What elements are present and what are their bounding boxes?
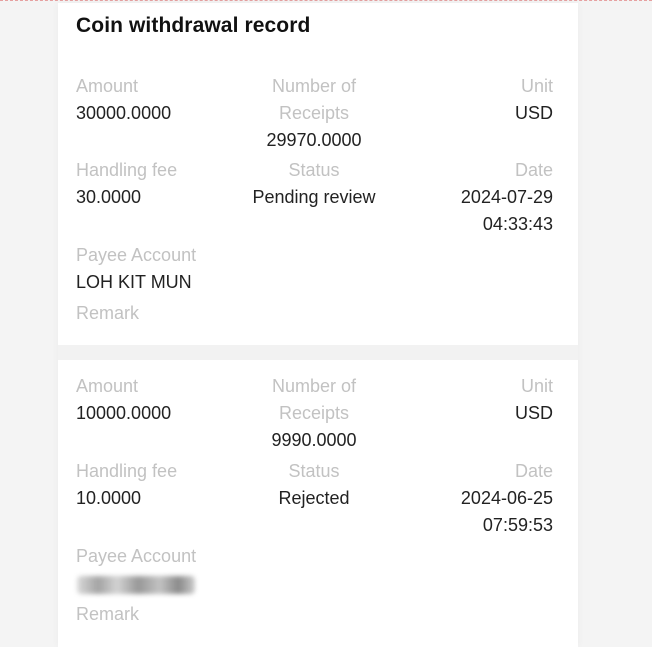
receipts-value: 9990.0000: [271, 430, 357, 450]
receipts-label-line1: Number of: [271, 76, 357, 96]
handling-fee-label: Handling fee: [76, 461, 178, 481]
amount-value: 30000.0000: [76, 103, 172, 123]
page-title: Coin withdrawal record: [76, 14, 311, 37]
date-label: Date: [514, 461, 553, 481]
handling-fee-value: 30.0000: [76, 187, 142, 207]
amount-label: Amount: [76, 376, 139, 396]
remark-label: Remark: [76, 604, 140, 624]
amount-value: 10000.0000: [76, 403, 172, 423]
withdrawal-record-card: Amount 10000.0000 Number of Receipts 999…: [60, 362, 570, 647]
unit-value: USD: [514, 403, 553, 423]
status-label: Status: [288, 461, 340, 481]
unit-label: Unit: [520, 376, 553, 396]
handling-fee-value: 10.0000: [76, 488, 142, 508]
receipts-label-line2: Receipts: [278, 403, 350, 423]
top-dashed-border: [0, 0, 652, 1]
record-divider: [58, 345, 578, 360]
time-value: 07:59:53: [482, 515, 553, 535]
unit-value: USD: [514, 103, 553, 123]
receipts-label-line1: Number of: [271, 376, 357, 396]
status-value: Rejected: [278, 488, 350, 508]
withdrawal-record-card: Amount 30000.0000 Number of Receipts 299…: [60, 60, 570, 343]
unit-label: Unit: [520, 76, 553, 96]
amount-label: Amount: [76, 76, 139, 96]
date-value: 2024-06-25: [460, 488, 553, 508]
payee-account-label: Payee Account: [76, 245, 197, 265]
payee-account-redacted: [77, 576, 195, 594]
payee-account-label: Payee Account: [76, 546, 197, 566]
time-value: 04:33:43: [482, 214, 553, 234]
date-label: Date: [514, 160, 553, 180]
payee-account-value: LOH KIT MUN: [76, 272, 192, 292]
receipts-value: 29970.0000: [266, 130, 362, 150]
date-value: 2024-07-29: [460, 187, 553, 207]
status-label: Status: [288, 160, 340, 180]
handling-fee-label: Handling fee: [76, 160, 178, 180]
receipts-label-line2: Receipts: [278, 103, 350, 123]
status-value: Pending review: [252, 187, 376, 207]
remark-label: Remark: [76, 303, 140, 323]
